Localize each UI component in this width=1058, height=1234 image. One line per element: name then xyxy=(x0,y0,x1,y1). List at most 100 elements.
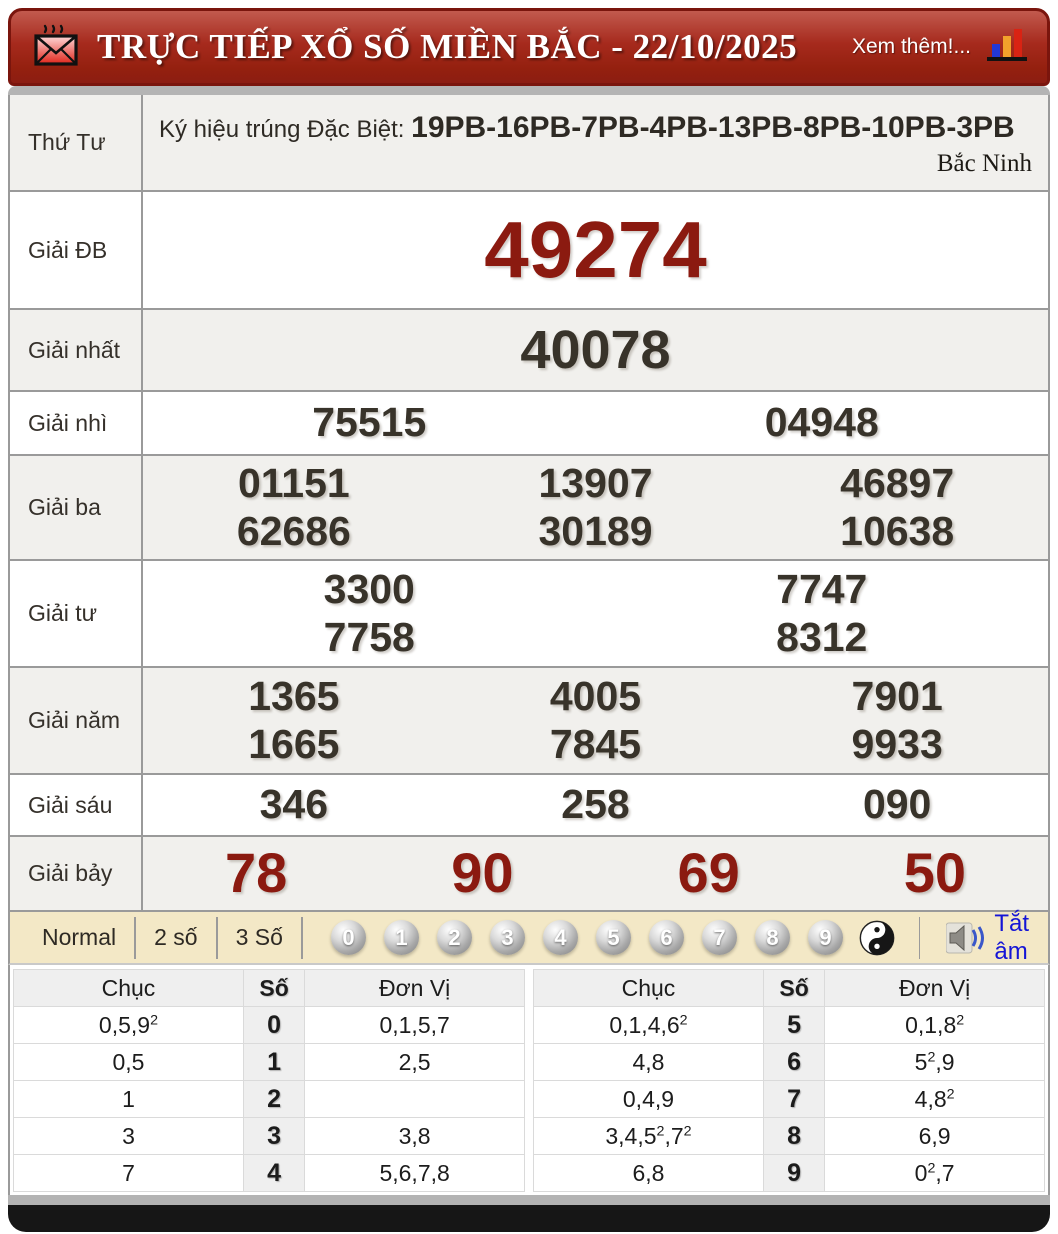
stats-row: 0,1,4,62 5 0,1,82 xyxy=(533,1006,1045,1044)
lottery-widget: TRỰC TIẾP XỔ SỐ MIỀN BẮC - 22/10/2025 Xe… xyxy=(8,8,1050,1232)
stats-cell-chuc: 6,8 xyxy=(533,1154,764,1192)
header-bar: TRỰC TIẾP XỔ SỐ MIỀN BẮC - 22/10/2025 Xe… xyxy=(8,8,1050,86)
digit-stats-section: Chục Số Đơn Vị 0,5,92 0 0,1,5,7 0,5 1 2,5 1 2 3 3 3,… xyxy=(8,965,1050,1195)
prize-values: 78 90 69 50 xyxy=(143,837,1048,910)
stats-cell-donvi: 3,8 xyxy=(304,1117,525,1155)
prize-label: Giải nhất xyxy=(10,310,143,390)
number-ball-7[interactable]: 7 xyxy=(701,920,737,955)
prize-label: Giải ĐB xyxy=(10,192,143,308)
prize-label: Giải tư xyxy=(10,561,143,666)
special-sign-cell: Ký hiệu trúng Đặc Biệt: 19PB-16PB-7PB-4P… xyxy=(143,95,1048,190)
number-ball-6[interactable]: 6 xyxy=(648,920,684,955)
tab-normal[interactable]: Normal xyxy=(24,924,134,951)
yin-yang-icon[interactable] xyxy=(859,920,895,956)
header-divider-strip xyxy=(8,86,1050,95)
prize-number: 01151 xyxy=(237,459,350,506)
prize-number: 346 xyxy=(259,781,329,828)
number-ball-8[interactable]: 8 xyxy=(754,920,790,955)
province-name: Bắc Ninh xyxy=(936,149,1032,177)
tab-3-số[interactable]: 3 Số xyxy=(218,924,301,951)
stats-cell-donvi xyxy=(304,1080,525,1118)
number-ball-5[interactable]: 5 xyxy=(595,920,631,955)
prize-number: 1365 xyxy=(248,672,340,719)
prize-number: 46897 xyxy=(840,459,955,506)
prize-label: Giải năm xyxy=(10,668,143,773)
number-ball-2[interactable]: 2 xyxy=(436,920,472,955)
prize-number: 49274 xyxy=(484,205,707,295)
prize-row: Giải sáu 346 258 090 xyxy=(10,773,1048,835)
prize-row: Giải nhất 40078 xyxy=(10,308,1048,390)
stats-row: 0,5 1 2,5 xyxy=(13,1043,525,1081)
stats-row: 6,8 9 02,7 xyxy=(533,1154,1045,1192)
control-divider xyxy=(918,916,921,959)
stats-row: 7 4 5,6,7,8 xyxy=(13,1154,525,1192)
number-ball-1[interactable]: 1 xyxy=(383,920,419,955)
stats-cell-donvi: 4,82 xyxy=(824,1080,1045,1118)
tab-divider xyxy=(300,916,303,959)
stats-cell-chuc: 0,5 xyxy=(13,1043,244,1081)
stats-cell-chuc: 3 xyxy=(13,1117,244,1155)
prize-number: 7845 xyxy=(549,720,642,767)
stats-cell-so: 6 xyxy=(762,1043,826,1081)
prize-label: Giải bảy xyxy=(10,837,143,910)
number-ball-4[interactable]: 4 xyxy=(542,920,578,955)
prize-row: Giải bảy 78 90 69 50 xyxy=(10,835,1048,910)
number-ball-0[interactable]: 0 xyxy=(330,920,366,955)
stats-cell-donvi: 52,9 xyxy=(824,1043,1045,1081)
prize-number: 8312 xyxy=(776,613,868,660)
mute-label: Tắt âm xyxy=(994,909,1030,965)
prize-number: 04948 xyxy=(764,399,879,446)
stats-header-donvi: Đơn Vị xyxy=(824,969,1045,1007)
stats-cell-so: 3 xyxy=(242,1117,306,1155)
stats-row: 4,8 6 52,9 xyxy=(533,1043,1045,1081)
prize-row: Giải năm 1365 4005 7901 1665 7845 9933 xyxy=(10,666,1048,773)
stats-cell-chuc: 3,4,52,72 xyxy=(533,1117,764,1155)
stats-cell-so: 1 xyxy=(242,1043,306,1081)
widget-bottom-frame xyxy=(8,1205,1050,1232)
stats-cell-chuc: 1 xyxy=(13,1080,244,1118)
tab-2-số[interactable]: 2 số xyxy=(136,924,215,951)
prize-number: 090 xyxy=(862,781,932,828)
prize-number: 90 xyxy=(451,841,514,905)
stats-header-so: Số xyxy=(242,969,306,1007)
control-bar: Normal 2 số 3 Số 0123456789 Tắt âm xyxy=(8,910,1050,966)
number-ball-9[interactable]: 9 xyxy=(807,920,843,955)
draw-info-row: Thứ Tư Ký hiệu trúng Đặc Biệt: 19PB-16PB… xyxy=(10,95,1048,190)
stats-cell-chuc: 0,1,4,62 xyxy=(533,1006,764,1044)
prize-number: 78 xyxy=(224,841,288,905)
number-ball-3[interactable]: 3 xyxy=(489,920,525,955)
see-more-link[interactable]: Xem thêm!... xyxy=(852,35,971,59)
stats-cell-donvi: 0,1,82 xyxy=(824,1006,1045,1044)
prize-number: 9933 xyxy=(851,720,943,767)
prize-values: 49274 xyxy=(143,192,1048,308)
prize-number: 30189 xyxy=(538,507,653,554)
mute-button[interactable]: Tắt âm xyxy=(946,910,1034,966)
stats-cell-so: 0 xyxy=(242,1006,306,1044)
stats-cell-donvi: 5,6,7,8 xyxy=(304,1154,525,1192)
stats-cell-donvi: 02,7 xyxy=(824,1154,1045,1192)
stats-row: 3 3 3,8 xyxy=(13,1117,525,1155)
prize-row: Giải nhì 75515 04948 xyxy=(10,390,1048,454)
prize-values: 346 258 090 xyxy=(143,775,1048,835)
prize-row: Giải tư 3300 7747 7758 8312 xyxy=(10,559,1048,666)
special-sign-prefix: Ký hiệu trúng Đặc Biệt: xyxy=(159,116,412,143)
stats-cell-chuc: 7 xyxy=(13,1154,244,1192)
stats-cell-chuc: 4,8 xyxy=(533,1043,764,1081)
stats-cell-so: 8 xyxy=(762,1117,826,1155)
prize-values: 01151 13907 46897 62686 30189 10638 xyxy=(143,456,1048,559)
speaker-icon xyxy=(946,921,986,955)
prize-values: 75515 04948 xyxy=(143,392,1048,454)
weekday-label: Thứ Tư xyxy=(10,95,143,190)
stats-cell-so: 4 xyxy=(242,1154,306,1192)
prize-number: 50 xyxy=(903,841,967,905)
prize-number: 13907 xyxy=(538,459,653,506)
bar-chart-icon[interactable] xyxy=(985,25,1029,70)
stats-cell-so: 7 xyxy=(762,1080,826,1118)
prize-row: Giải ba 01151 13907 46897 62686 30189 10638 xyxy=(10,454,1048,559)
prize-number: 7758 xyxy=(323,613,415,660)
bottom-divider-strip xyxy=(8,1195,1050,1205)
results-table: Thứ Tư Ký hiệu trúng Đặc Biệt: 19PB-16PB… xyxy=(8,95,1050,912)
stats-header-so: Số xyxy=(762,969,826,1007)
stats-cell-chuc: 0,4,9 xyxy=(533,1080,764,1118)
stats-cell-so: 9 xyxy=(762,1154,826,1192)
